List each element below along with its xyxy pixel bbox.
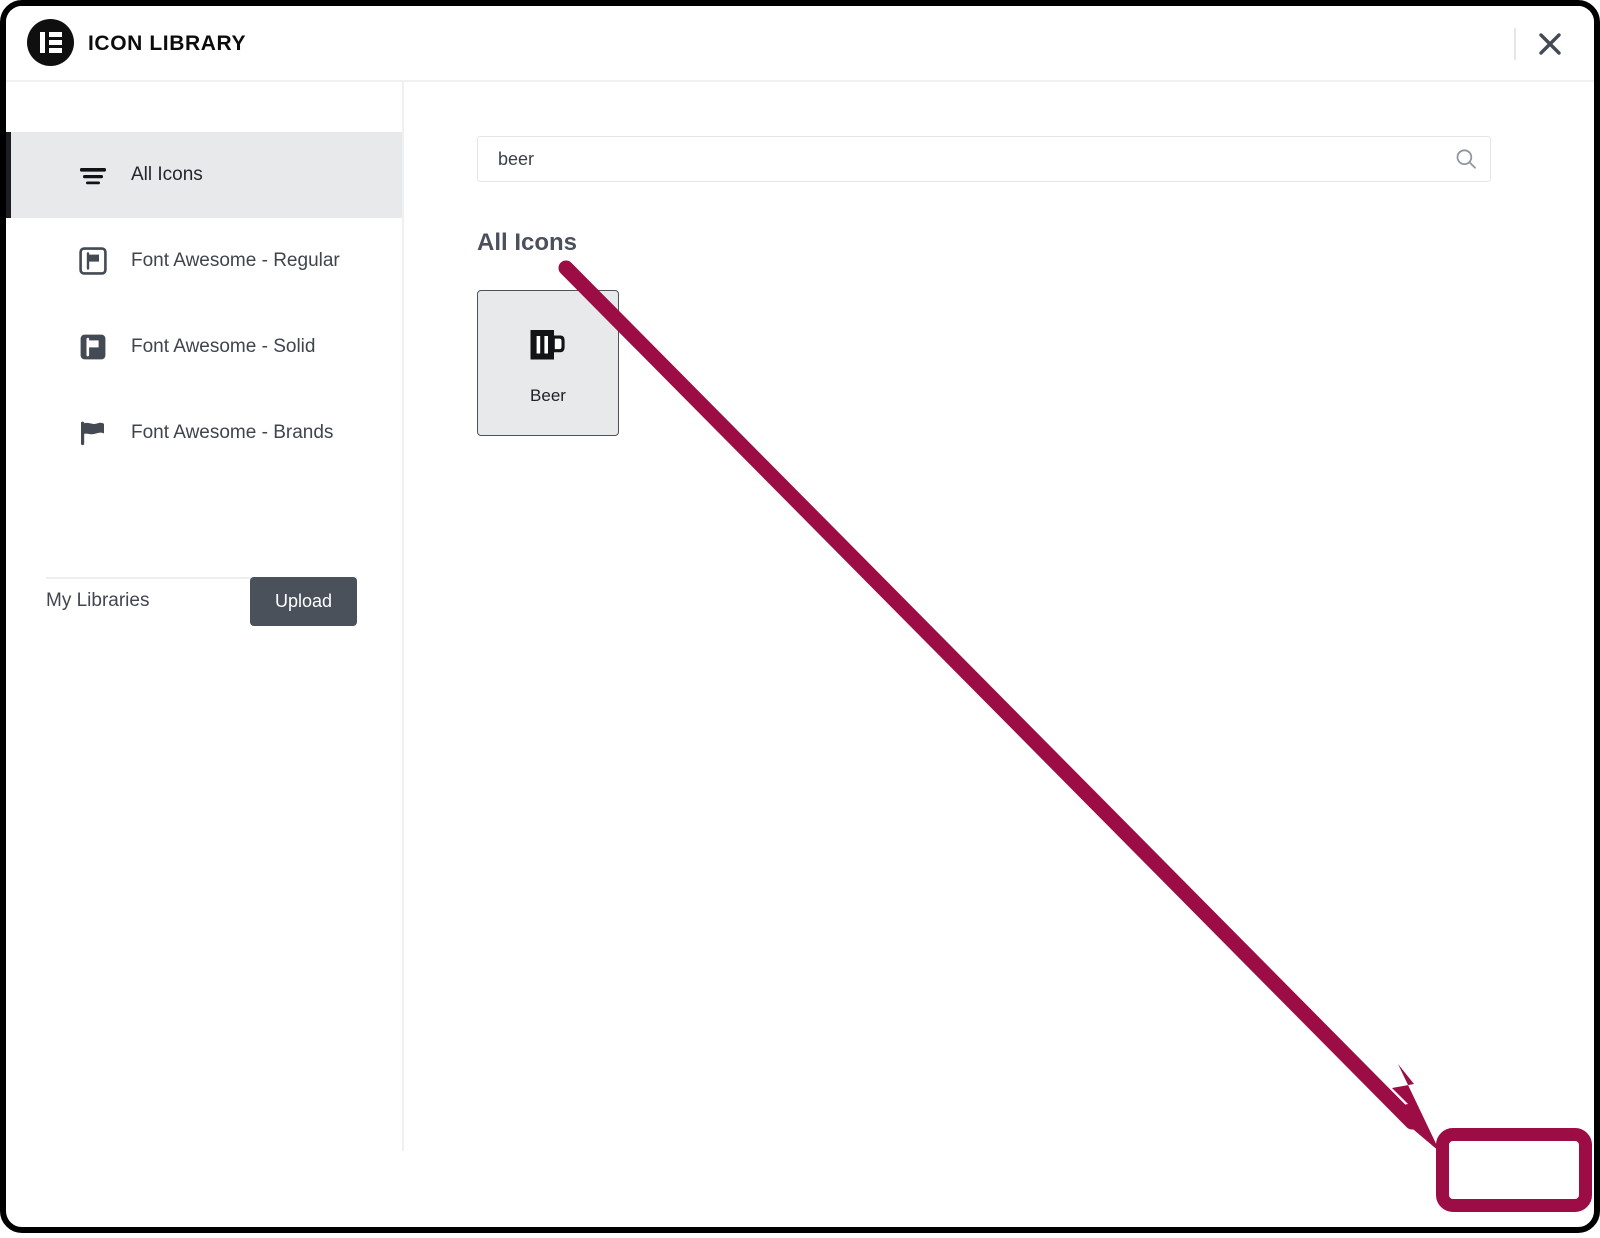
page-title: ICON LIBRARY (88, 32, 247, 55)
icon-tile-beer[interactable]: Beer (477, 290, 619, 436)
icon-library-modal: ICON LIBRARY All Icons Font Awesome - Re… (0, 0, 1600, 1233)
elementor-logo-icon (27, 19, 74, 66)
icon-results-grid: Beer (477, 290, 619, 436)
modal-body: All Icons Font Awesome - Regular Font Aw… (6, 82, 1594, 1151)
my-libraries-row: My Libraries Upload (46, 576, 357, 626)
flag-waving-icon (66, 419, 120, 447)
results-section-heading: All Icons (477, 229, 578, 256)
sidebar-item-label: Font Awesome - Solid (131, 336, 316, 357)
filter-lines-icon (66, 164, 120, 186)
modal-footer: Insert (6, 1229, 1594, 1233)
sidebar-item-all-icons[interactable]: All Icons (6, 132, 402, 218)
sidebar: All Icons Font Awesome - Regular Font Aw… (6, 82, 404, 1151)
my-libraries-label: My Libraries (46, 590, 150, 611)
sidebar-nav: All Icons Font Awesome - Regular Font Aw… (6, 132, 402, 476)
icon-tile-label: Beer (530, 386, 566, 405)
sidebar-item-label: Font Awesome - Regular (131, 250, 340, 271)
upload-button[interactable]: Upload (249, 576, 357, 626)
content-pane: All Icons Beer (406, 82, 1594, 1151)
close-icon[interactable] (1532, 26, 1568, 62)
header-divider (1514, 28, 1516, 60)
sidebar-item-label: All Icons (131, 164, 203, 185)
beer-mug-icon (528, 326, 568, 364)
sidebar-item-font-awesome-solid[interactable]: Font Awesome - Solid (6, 304, 402, 390)
sidebar-item-label: Font Awesome - Brands (131, 422, 334, 443)
flag-outline-square-icon (66, 247, 120, 275)
modal-header: ICON LIBRARY (6, 6, 1594, 82)
flag-solid-square-icon (66, 333, 120, 361)
sidebar-item-font-awesome-regular[interactable]: Font Awesome - Regular (6, 218, 402, 304)
sidebar-item-font-awesome-brands[interactable]: Font Awesome - Brands (6, 390, 402, 476)
search-input[interactable] (477, 136, 1491, 182)
search-icon[interactable] (1454, 147, 1478, 171)
search-bar (477, 136, 1491, 182)
